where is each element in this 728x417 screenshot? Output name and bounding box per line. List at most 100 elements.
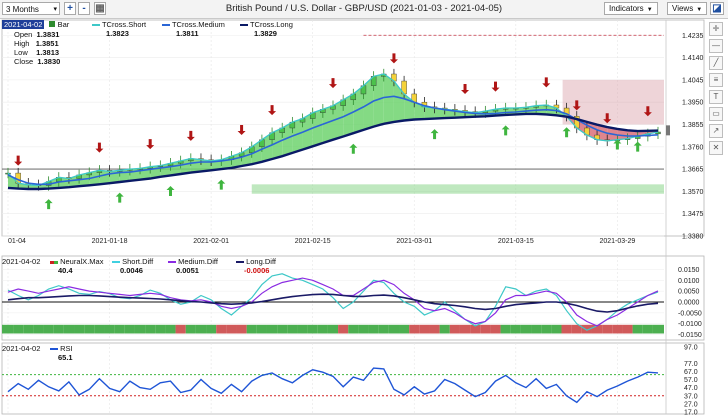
rsi-name: RSI bbox=[60, 344, 73, 353]
neuralx-band-cell bbox=[480, 324, 491, 334]
date-tick-label: 2021-02-15 bbox=[295, 238, 331, 245]
date-tick-label: 2021-03-29 bbox=[599, 238, 635, 245]
legend-rsi: RSI 65.1 bbox=[50, 344, 73, 362]
sell-signal-arrow bbox=[14, 155, 23, 166]
neuralx-band-cell bbox=[43, 324, 54, 334]
neuralx-max-value: 40.4 bbox=[58, 266, 73, 275]
neuralx-band-cell bbox=[307, 324, 318, 334]
date-tick-label: 2021-03-15 bbox=[498, 238, 534, 245]
trendline-icon[interactable]: ╱ bbox=[709, 56, 723, 70]
rsi-y-tick-label: 17.0 bbox=[684, 410, 698, 417]
rectangle-icon[interactable]: ▭ bbox=[709, 107, 723, 121]
tcross-medium-value: 1.3811 bbox=[176, 29, 199, 38]
sell-signal-arrow bbox=[491, 81, 500, 92]
rsi-legend-date: 2021-04-02 bbox=[2, 344, 41, 353]
neural-y-tick-label: 0.0150 bbox=[678, 267, 700, 274]
sell-signal-arrow bbox=[237, 125, 246, 136]
price-y-tick-label: 1.3760 bbox=[682, 144, 704, 151]
neuralx-band-cell bbox=[500, 324, 511, 334]
drawing-toolbar: ✛ ― ╱ ≡ T ▭ ↗ ✕ bbox=[707, 22, 725, 158]
trash-icon[interactable]: ✕ bbox=[709, 141, 723, 155]
neuralx-max-name: NeuralX.Max bbox=[60, 257, 104, 266]
neuralx-band-cell bbox=[155, 324, 166, 334]
tcross-short-name: TCross.Short bbox=[101, 20, 147, 29]
sell-signal-arrow bbox=[461, 83, 470, 94]
rsi-y-tick-label: 57.0 bbox=[684, 377, 698, 384]
tcross-medium-name: TCross.Medium bbox=[171, 20, 225, 29]
neuralx-band-cell bbox=[327, 324, 339, 334]
ohlc-low: Low 1.3813 bbox=[14, 48, 60, 57]
tcross-short-swatch bbox=[92, 24, 100, 27]
neuralx-band-cell bbox=[175, 324, 186, 334]
buy-signal-arrow bbox=[430, 129, 439, 140]
price-y-tick-label: 1.3665 bbox=[682, 167, 704, 174]
buy-signal-arrow bbox=[613, 139, 622, 150]
neuralx-band-cell bbox=[246, 324, 257, 334]
medium-diff-value: 0.0051 bbox=[176, 266, 199, 275]
date-tick-label: 2021-01-18 bbox=[92, 238, 128, 245]
buy-signal-arrow bbox=[44, 199, 53, 210]
tcross-short-value: 1.3823 bbox=[106, 29, 129, 38]
neural-y-tick-label: 0.0050 bbox=[678, 289, 700, 296]
date-tick-label: 2021-03-01 bbox=[396, 238, 432, 245]
horizontal-line-icon[interactable]: ― bbox=[709, 39, 723, 53]
neuralx-swatch bbox=[50, 260, 58, 264]
sell-signal-arrow bbox=[95, 142, 104, 153]
neuralx-band-cell bbox=[551, 324, 562, 334]
buy-signal-arrow bbox=[349, 143, 358, 154]
cloud-segment bbox=[383, 74, 394, 124]
rsi-value: 65.1 bbox=[58, 353, 73, 362]
neuralx-band-cell bbox=[612, 324, 623, 334]
legend-long-diff: Long.Diff -0.0006 bbox=[236, 257, 276, 275]
neuralx-band-cell bbox=[114, 324, 125, 334]
bar-swatch bbox=[49, 21, 56, 27]
legend-tcross-short: TCross.Short 1.3823 bbox=[92, 20, 146, 38]
rsi-panel-frame bbox=[1, 342, 705, 415]
neuralx-band-cell bbox=[226, 324, 237, 334]
neural-y-tick-label: -0.0100 bbox=[678, 321, 702, 328]
neuralx-band-cell bbox=[541, 324, 552, 334]
rsi-y-tick-label: 97.0 bbox=[684, 345, 698, 352]
long-diff-name: Long.Diff bbox=[246, 257, 276, 266]
cloud-segment bbox=[424, 106, 435, 120]
price-legend: 2021-04-02 Bar bbox=[2, 20, 69, 29]
neural-y-tick-label: 0.0100 bbox=[678, 278, 700, 285]
neuralx-band-cell bbox=[419, 324, 430, 334]
neuralx-band-cell bbox=[33, 324, 44, 334]
ohlc-high-value: 1.3851 bbox=[35, 39, 59, 48]
ohlc-close-value: 1.3830 bbox=[37, 57, 61, 66]
neural-y-tick-label: 0.0000 bbox=[678, 300, 700, 307]
bar-legend-label: Bar bbox=[57, 20, 70, 29]
neuralx-band-cell bbox=[531, 324, 542, 334]
neuralx-band-cell bbox=[632, 324, 643, 334]
neuralx-band-cell bbox=[561, 324, 572, 334]
price-y-tick-label: 1.3855 bbox=[682, 122, 704, 129]
chart-canvas: 1.4235 1.4140 1.4045 1.3950 1.3855 1.3760 1.36… bbox=[1, 19, 705, 417]
neuralx-band-cell bbox=[358, 324, 369, 334]
buy-signal-arrow bbox=[115, 192, 124, 203]
legend-neuralx-max: NeuralX.Max 40.4 bbox=[50, 257, 103, 275]
neuralx-band-cell bbox=[2, 324, 14, 334]
buy-signal-arrow bbox=[166, 185, 175, 196]
crosshair-icon[interactable]: ✛ bbox=[709, 22, 723, 36]
text-icon[interactable]: T bbox=[709, 90, 723, 104]
neuralx-band-cell bbox=[297, 324, 308, 334]
neuralx-band-cell bbox=[206, 324, 217, 334]
rsi-y-tick-label: 37.0 bbox=[684, 393, 698, 400]
neuralx-band-cell bbox=[338, 324, 349, 334]
ohlc-high-label: High bbox=[14, 39, 30, 48]
arrow-icon[interactable]: ↗ bbox=[709, 124, 723, 138]
rsi-y-tick-label: 77.0 bbox=[684, 361, 698, 368]
rsi-y-tick-label: 67.0 bbox=[684, 369, 698, 376]
fibonacci-icon[interactable]: ≡ bbox=[709, 73, 723, 87]
ohlc-close-label: Close bbox=[14, 57, 34, 66]
long-diff-value: -0.0006 bbox=[244, 266, 270, 275]
ohlc-low-value: 1.3813 bbox=[36, 48, 60, 57]
price-y-tick-label: 1.4235 bbox=[682, 33, 704, 40]
short-diff-name: Short.Diff bbox=[122, 257, 154, 266]
last-price-marker bbox=[666, 125, 670, 136]
neural-y-tick-label: -0.0150 bbox=[678, 332, 702, 339]
ohlc-low-label: Low bbox=[14, 48, 28, 57]
neuralx-band-cell bbox=[53, 324, 64, 334]
ohlc-open: Open 1.3831 bbox=[14, 30, 60, 39]
